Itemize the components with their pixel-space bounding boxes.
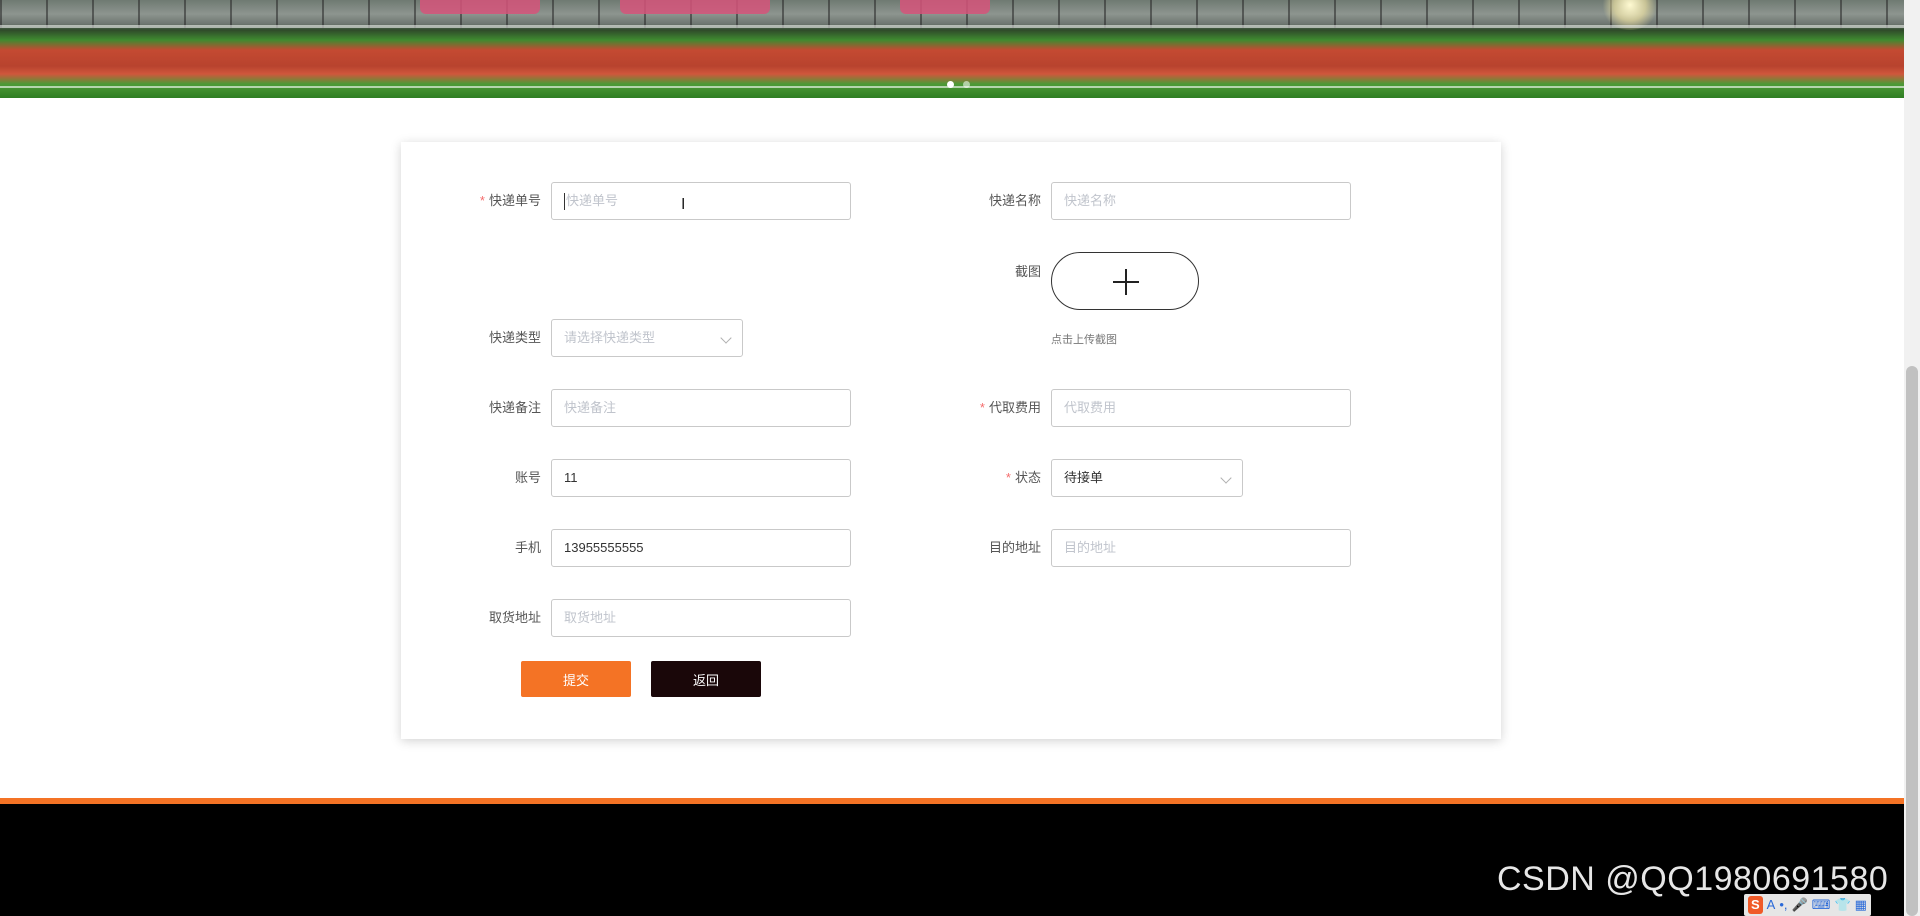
plus-icon (1125, 269, 1127, 295)
express-type-label: 快递类型 (488, 330, 541, 345)
text-cursor (564, 193, 565, 210)
carousel-dot-2[interactable] (963, 81, 970, 88)
banner-flowers (620, 0, 770, 14)
ime-menu-icon[interactable]: ▦ (1855, 896, 1867, 914)
express-form-card: * 快递单号 快递单号 I 快递名称 快递名称 截图 点击上传截图 快递类型 请选… (401, 142, 1501, 739)
ime-toolbar: S A •, 🎤 ⌨ 👕 ▦ (1744, 894, 1871, 916)
screenshot-label: 截图 (1014, 264, 1041, 279)
fee-input[interactable]: 代取费用 (1051, 389, 1351, 427)
ime-punctuation-icon[interactable]: •, (1779, 896, 1787, 914)
express-no-label: * 快递单号 (479, 193, 541, 208)
microphone-icon[interactable]: 🎤 (1792, 896, 1808, 914)
remark-label: 快递备注 (488, 400, 541, 415)
banner-track-line (0, 25, 1904, 28)
banner-flowers (420, 0, 540, 14)
skin-icon[interactable]: 👕 (1834, 896, 1850, 914)
required-mark: * (979, 400, 985, 415)
mouse-ibeam-cursor: I (681, 196, 686, 213)
submit-button[interactable]: 提交 (521, 661, 631, 697)
express-type-select[interactable]: 请选择快递类型 (551, 319, 743, 357)
pickup-input[interactable]: 取货地址 (551, 599, 851, 637)
account-label: 账号 (514, 470, 541, 485)
chevron-down-icon (1220, 472, 1232, 484)
express-name-input[interactable]: 快递名称 (1051, 182, 1351, 220)
status-label: * 状态 (1005, 470, 1041, 485)
sogou-logo-icon[interactable]: S (1748, 896, 1763, 914)
status-select[interactable]: 待接单 (1051, 459, 1243, 497)
phone-input[interactable]: 13955555555 (551, 529, 851, 567)
fee-label: * 代取费用 (979, 400, 1041, 415)
destination-input[interactable]: 目的地址 (1051, 529, 1351, 567)
remark-input[interactable]: 快递备注 (551, 389, 851, 427)
account-input[interactable]: 11 (551, 459, 851, 497)
required-mark: * (479, 193, 485, 208)
pickup-label: 取货地址 (488, 610, 541, 625)
chevron-down-icon (720, 332, 732, 344)
back-button[interactable]: 返回 (651, 661, 761, 697)
carousel-indicators (947, 81, 970, 88)
phone-label: 手机 (514, 540, 541, 555)
ime-language-icon[interactable]: A (1767, 896, 1776, 914)
express-name-label: 快递名称 (988, 193, 1041, 208)
express-no-input[interactable]: 快递单号 (551, 182, 851, 220)
keyboard-icon[interactable]: ⌨ (1812, 896, 1831, 914)
hero-banner (0, 0, 1904, 98)
screenshot-upload-hint: 点击上传截图 (1051, 334, 1117, 346)
carousel-dot-1[interactable] (947, 81, 954, 88)
required-mark: * (1005, 470, 1011, 485)
screenshot-upload-button[interactable] (1051, 252, 1199, 310)
scrollbar-thumb[interactable] (1906, 366, 1918, 916)
destination-label: 目的地址 (988, 540, 1041, 555)
banner-flowers (900, 0, 990, 14)
